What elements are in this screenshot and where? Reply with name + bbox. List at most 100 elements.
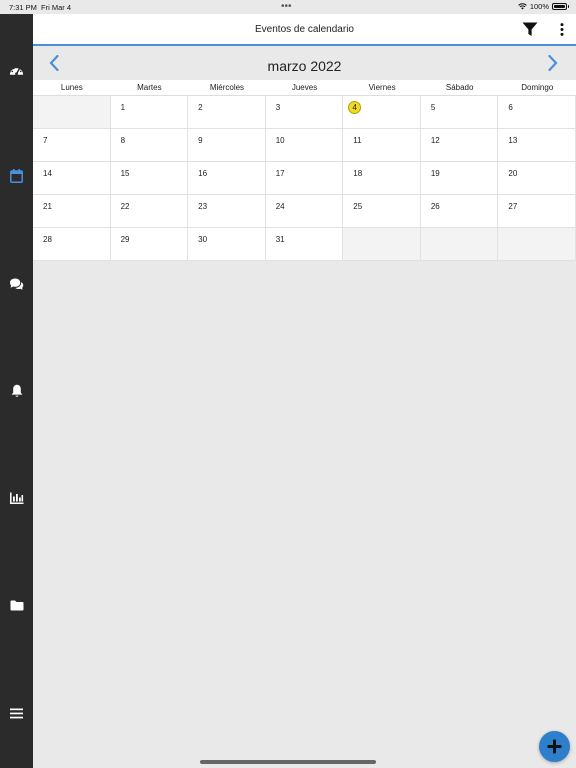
day-number: 14 (43, 169, 52, 178)
day-number: 15 (120, 169, 130, 178)
weekday-label: Miércoles (209, 83, 245, 92)
day-number: 18 (353, 169, 363, 178)
day-number: 7 (43, 136, 48, 145)
day-cell[interactable]: 11 (343, 129, 421, 162)
menu-icon[interactable] (8, 705, 25, 722)
day-cell[interactable]: 13 (498, 129, 576, 162)
day-cell[interactable]: 6 (498, 96, 576, 129)
day-number: 2 (198, 103, 203, 112)
day-number: 22 (120, 202, 130, 211)
day-cell[interactable]: 31 (265, 228, 344, 261)
day-number: 29 (120, 235, 130, 244)
day-number: 10 (275, 136, 285, 145)
empty-day-cell (498, 228, 576, 261)
day-cell[interactable]: 25 (343, 195, 421, 228)
chart-icon[interactable] (8, 489, 25, 506)
weekday-label: Sábado (445, 83, 474, 92)
day-cell[interactable]: 1 (110, 96, 189, 129)
day-cell[interactable]: 17 (265, 162, 344, 195)
day-cell[interactable]: 26 (420, 195, 499, 228)
day-cell[interactable]: 3 (265, 96, 344, 129)
day-number: 3 (275, 103, 281, 112)
weekday-label: Martes (137, 83, 162, 92)
day-number: 26 (430, 202, 440, 211)
empty-day-cell (33, 96, 111, 129)
day-cell[interactable]: 16 (188, 162, 266, 195)
day-number: 25 (353, 202, 363, 211)
day-cell[interactable]: 4 (343, 96, 421, 129)
day-cell[interactable]: 19 (420, 162, 499, 195)
top-bar: Eventos de calendario (33, 14, 576, 46)
day-cell[interactable]: 14 (33, 162, 111, 195)
battery-percent: 100% (529, 2, 549, 11)
day-cell[interactable]: 8 (110, 129, 189, 162)
add-event-button[interactable] (539, 731, 570, 762)
day-number: 17 (275, 169, 285, 178)
day-number: 11 (353, 136, 362, 145)
day-number: 30 (198, 235, 208, 244)
empty-day-cell (420, 228, 499, 261)
day-number: 31 (275, 235, 285, 244)
weekday-header: Lunes Martes Miércoles Jueves Viernes Sá… (33, 80, 576, 96)
month-navigation: marzo 2022 (33, 46, 576, 80)
more-options-icon[interactable] (560, 23, 564, 41)
day-cell[interactable]: 7 (33, 129, 111, 162)
day-number: 16 (198, 169, 208, 178)
weekday-label: Viernes (368, 83, 396, 92)
day-number: 1 (120, 103, 126, 112)
calendar: marzo 2022 Lunes Martes Miércoles Jueves… (33, 46, 576, 261)
status-right: 100% (518, 2, 569, 11)
status-date: Fri Mar 4 (41, 3, 71, 12)
weekday-label: Lunes (60, 83, 83, 92)
day-number: 6 (508, 103, 513, 112)
day-cell[interactable]: 15 (110, 162, 189, 195)
day-cell[interactable]: 22 (110, 195, 189, 228)
weekday-label: Jueves (291, 83, 318, 92)
day-number: 8 (120, 136, 126, 145)
day-cell[interactable]: 27 (498, 195, 576, 228)
battery-icon (552, 3, 569, 10)
day-number: 9 (198, 136, 203, 145)
day-cell[interactable]: 20 (498, 162, 576, 195)
multitasking-dots[interactable]: ••• (281, 1, 292, 12)
day-cell[interactable]: 10 (265, 129, 344, 162)
empty-day-cell (343, 228, 421, 261)
wifi-icon (518, 3, 527, 10)
day-cell[interactable]: 23 (188, 195, 266, 228)
day-number: 20 (508, 169, 518, 178)
day-cell[interactable]: 9 (188, 129, 266, 162)
day-number: 28 (43, 235, 52, 244)
calendar-icon[interactable] (8, 167, 25, 184)
home-indicator (200, 760, 376, 764)
day-cell[interactable]: 2 (188, 96, 266, 129)
day-cell[interactable]: 28 (33, 228, 111, 261)
day-number: 13 (508, 136, 518, 145)
day-number: 19 (430, 169, 440, 178)
day-cell[interactable]: 5 (420, 96, 499, 129)
day-cell[interactable]: 29 (110, 228, 189, 261)
status-bar: 7:31 PM Fri Mar 4 ••• 100% (0, 0, 576, 14)
status-time: 7:31 PM (9, 3, 37, 12)
day-cell[interactable]: 18 (343, 162, 421, 195)
chat-icon[interactable] (8, 275, 25, 292)
next-month-chevron-icon[interactable] (548, 54, 558, 76)
day-number: 12 (430, 136, 440, 145)
bell-icon[interactable] (8, 382, 25, 399)
day-cell[interactable]: 24 (265, 195, 344, 228)
page-title: Eventos de calendario (255, 24, 354, 35)
dashboard-icon[interactable] (8, 61, 25, 78)
day-number: 27 (508, 202, 518, 211)
filter-icon[interactable] (522, 22, 538, 42)
month-title: marzo 2022 (267, 58, 342, 74)
day-cell[interactable]: 30 (188, 228, 266, 261)
folder-icon[interactable] (8, 597, 25, 614)
day-number: 5 (430, 103, 436, 112)
weekday-label: Domingo (521, 83, 554, 92)
day-cell[interactable]: 12 (420, 129, 499, 162)
day-number: 23 (198, 202, 208, 211)
day-number: 21 (43, 202, 52, 211)
day-cell[interactable]: 21 (33, 195, 111, 228)
month-grid: 1 2 3 4 5 6 7 8 9 10 11 12 13 14 15 16 17 18 19 20 21 22 23 24 2… (33, 96, 576, 261)
day-number: 24 (275, 202, 285, 211)
sidebar (0, 14, 33, 768)
